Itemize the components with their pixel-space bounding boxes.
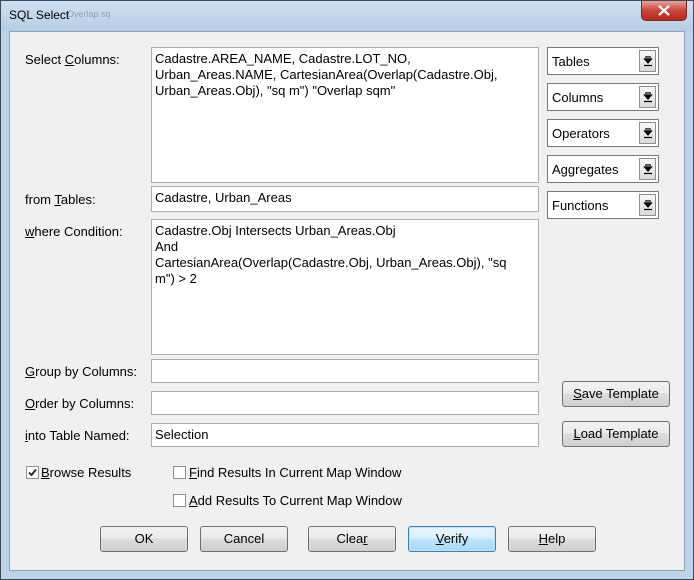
select-columns-input[interactable]: Cadastre.AREA_NAME, Cadastre.LOT_NO, Urb… — [151, 47, 539, 183]
operators-dropdown-label: Operators — [552, 126, 610, 141]
sql-select-dialog: SQL Select Overlap sq Select Columns: fr… — [0, 0, 694, 580]
columns-dropdown-label: Columns — [552, 90, 604, 105]
functions-dropdown-label: Functions — [552, 198, 609, 213]
load-template-button[interactable]: Load Template — [562, 421, 670, 447]
into-table-input[interactable]: Selection — [151, 423, 539, 447]
ok-button[interactable]: OK — [100, 526, 188, 552]
find-results-label[interactable]: Find Results In Current Map Window — [189, 465, 401, 480]
dialog-body: Select Columns: from Tables: where Condi… — [9, 31, 685, 571]
close-icon — [658, 5, 670, 16]
dropdown-arrow-icon[interactable] — [639, 122, 656, 144]
columns-dropdown[interactable]: Columns — [547, 83, 659, 111]
title-bar[interactable]: SQL Select Overlap sq — [1, 1, 693, 31]
group-by-input[interactable] — [151, 359, 539, 383]
add-results-checkbox[interactable] — [173, 494, 186, 507]
select-columns-label: Select Columns: — [25, 52, 120, 67]
background-window-hint: Overlap sq — [67, 9, 111, 19]
tables-dropdown-label: Tables — [552, 54, 590, 69]
where-condition-input[interactable]: Cadastre.Obj Intersects Urban_Areas.Obj … — [151, 219, 539, 355]
tables-dropdown[interactable]: Tables — [547, 47, 659, 75]
aggregates-dropdown[interactable]: Aggregates — [547, 155, 659, 183]
functions-dropdown[interactable]: Functions — [547, 191, 659, 219]
close-button[interactable] — [641, 1, 687, 21]
save-template-button[interactable]: Save Template — [562, 381, 670, 407]
aggregates-dropdown-label: Aggregates — [552, 162, 619, 177]
where-condition-label: where Condition: — [25, 224, 123, 239]
dropdown-arrow-icon[interactable] — [639, 158, 656, 180]
verify-button[interactable]: Verify — [408, 526, 496, 552]
add-results-label[interactable]: Add Results To Current Map Window — [189, 493, 402, 508]
dropdown-arrow-icon[interactable] — [639, 194, 656, 216]
checkmark-icon — [28, 468, 37, 477]
dropdown-arrow-icon[interactable] — [639, 86, 656, 108]
into-table-label: into Table Named: — [25, 428, 130, 443]
dropdown-arrow-icon[interactable] — [639, 50, 656, 72]
help-button[interactable]: Help — [508, 526, 596, 552]
order-by-input[interactable] — [151, 391, 539, 415]
browse-results-checkbox[interactable] — [26, 466, 39, 479]
group-by-label: Group by Columns: — [25, 364, 138, 379]
from-tables-input[interactable]: Cadastre, Urban_Areas — [151, 186, 539, 212]
cancel-button[interactable]: Cancel — [200, 526, 288, 552]
window-title: SQL Select — [9, 8, 70, 22]
operators-dropdown[interactable]: Operators — [547, 119, 659, 147]
browse-results-label[interactable]: Browse Results — [41, 465, 131, 480]
from-tables-label: from Tables: — [25, 192, 96, 207]
find-results-checkbox[interactable] — [173, 466, 186, 479]
order-by-label: Order by Columns: — [25, 396, 135, 411]
clear-button[interactable]: Clear — [308, 526, 396, 552]
